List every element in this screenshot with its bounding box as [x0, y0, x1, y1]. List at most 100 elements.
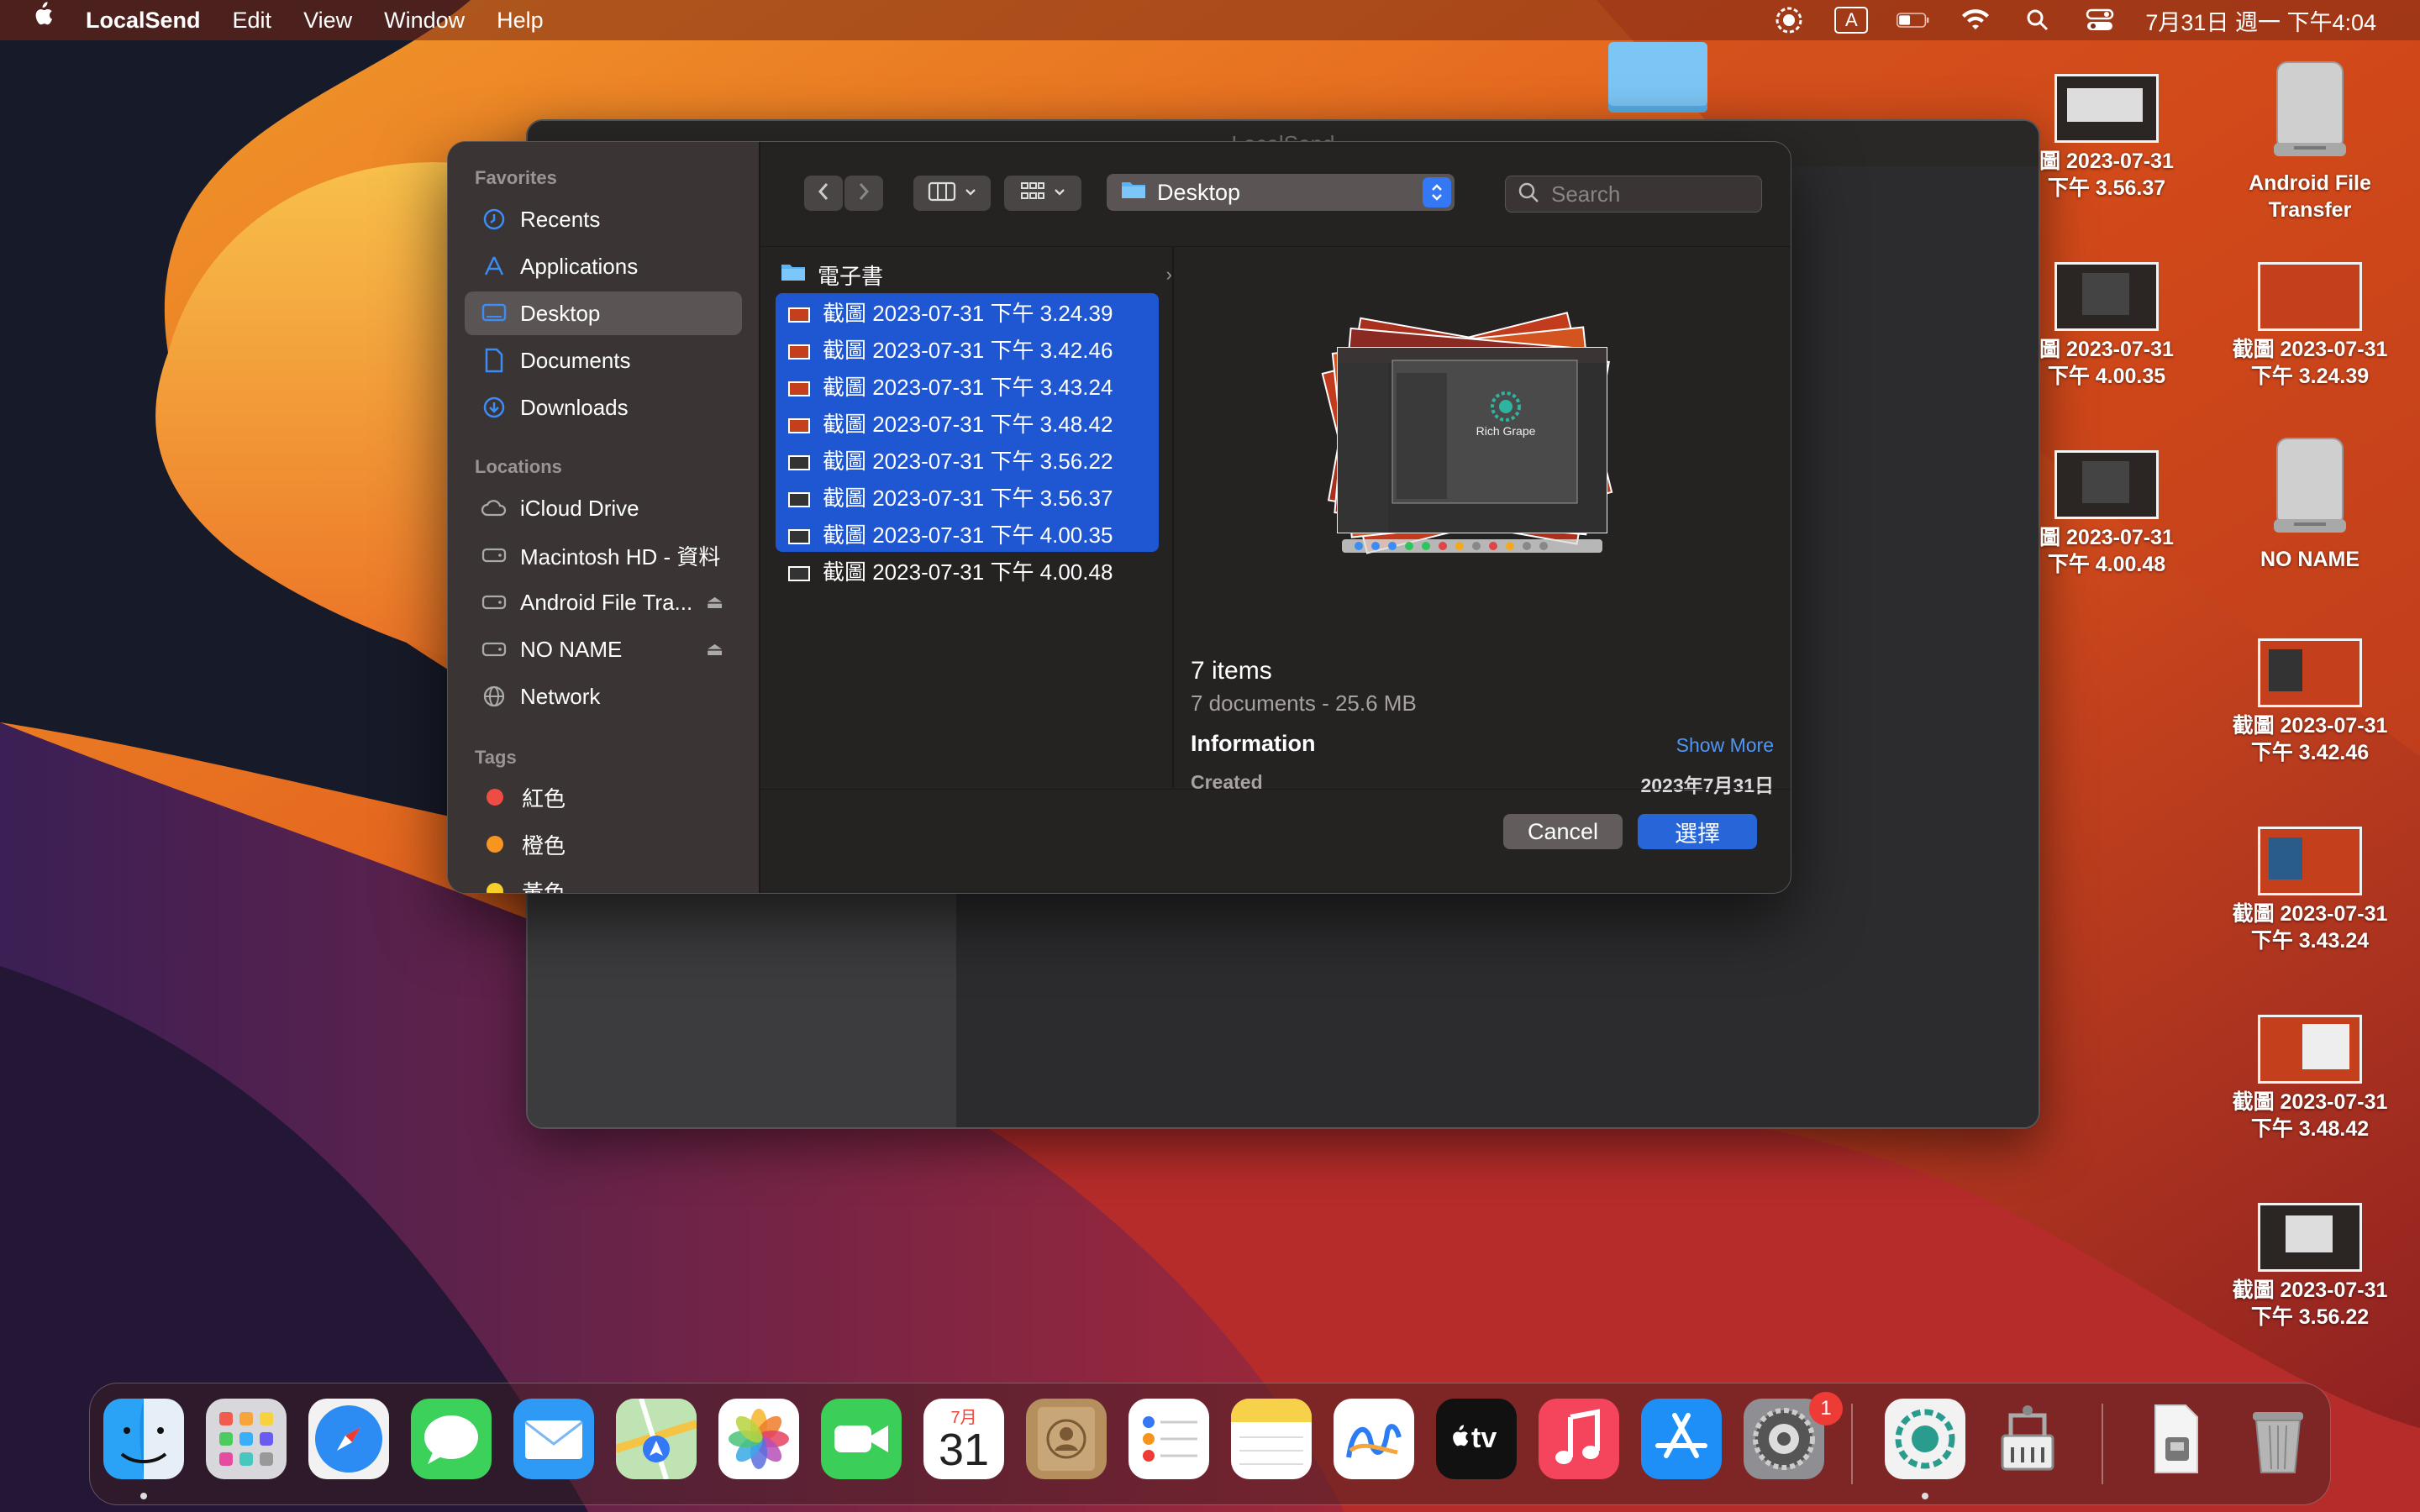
- sidebar-item-desktop[interactable]: Desktop: [465, 291, 742, 335]
- sidebar-item-downloads[interactable]: Downloads: [465, 386, 742, 429]
- dock-archive-utility[interactable]: [1987, 1399, 2068, 1479]
- desktop-file[interactable]: 圖 2023-07-31 下午 4.00.35: [2010, 262, 2203, 390]
- battery-icon[interactable]: [1897, 8, 1930, 33]
- sidebar-section-favorites: Favorites: [475, 167, 557, 188]
- desktop-file[interactable]: 截圖 2023-07-31 下午 3.43.24: [2213, 827, 2407, 954]
- dock-trash[interactable]: [2238, 1399, 2318, 1479]
- dock-launchpad[interactable]: [206, 1399, 287, 1479]
- search-input[interactable]: [1549, 180, 1754, 208]
- running-indicator: [140, 1493, 147, 1499]
- apple-menu-icon[interactable]: [0, 0, 70, 40]
- desktop-drive[interactable]: NO NAME: [2213, 435, 2407, 573]
- dock-downloads-stack[interactable]: [2135, 1399, 2216, 1479]
- file-row[interactable]: 截圖 2023-07-31 下午 3.42.46: [776, 330, 1159, 367]
- view-mode-button[interactable]: [913, 176, 991, 211]
- desktop-file[interactable]: 圖 2023-07-31 下午 4.00.48: [2010, 450, 2203, 578]
- desktop-folder-icon[interactable]: [1608, 42, 1707, 113]
- dock-safari[interactable]: [308, 1399, 389, 1479]
- dock-messages[interactable]: [411, 1399, 492, 1479]
- eject-icon[interactable]: ⏏: [706, 591, 723, 613]
- sidebar-item-label: Applications: [520, 253, 639, 279]
- back-button[interactable]: [804, 176, 843, 211]
- sidebar-item-network[interactable]: Network: [465, 675, 742, 718]
- desktop-drive-label: Android File: [2249, 171, 2371, 195]
- sidebar-item-recents[interactable]: Recents: [465, 197, 742, 241]
- file-name: 截圖 2023-07-31 下午 3.24.39: [823, 300, 1113, 326]
- sidebar-item-macintosh-hd[interactable]: Macintosh HD - 資料: [465, 533, 742, 577]
- location-popup[interactable]: Desktop: [1107, 174, 1455, 211]
- file-row[interactable]: 截圖 2023-07-31 下午 3.43.24: [776, 367, 1159, 404]
- dock-contacts[interactable]: [1026, 1399, 1107, 1479]
- clock-icon: [480, 205, 508, 234]
- search-field[interactable]: [1505, 176, 1762, 213]
- sidebar-item-label: 紅色: [522, 785, 566, 811]
- input-source-icon[interactable]: A: [1834, 7, 1869, 34]
- sidebar-item-applications[interactable]: Applications: [465, 244, 742, 288]
- wifi-icon[interactable]: [1959, 8, 1992, 33]
- dock-photos[interactable]: [718, 1399, 799, 1479]
- eject-icon[interactable]: ⏏: [706, 638, 723, 660]
- stacked-preview-image: Rich Grape: [1321, 312, 1613, 554]
- menu-help[interactable]: Help: [481, 0, 560, 40]
- selection-summary: 7 documents - 25.6 MB: [1191, 690, 1417, 716]
- menubar-clock[interactable]: 7月31日 週一 下午4:04: [2145, 4, 2376, 37]
- spotlight-search-icon[interactable]: [2021, 8, 2054, 33]
- file-thumbnail: [2054, 74, 2159, 143]
- document-stack-icon: [2154, 1404, 2198, 1473]
- cancel-button[interactable]: Cancel: [1503, 814, 1623, 849]
- dock-tv[interactable]: tv: [1436, 1399, 1517, 1479]
- information-heading: Information: [1191, 731, 1316, 756]
- file-row[interactable]: 截圖 2023-07-31 下午 4.00.35: [776, 515, 1159, 552]
- dock-app-store[interactable]: [1641, 1399, 1722, 1479]
- sidebar-item-android-file-transfer[interactable]: Android File Tra... ⏏: [465, 580, 742, 624]
- sidebar-item-no-name[interactable]: NO NAME ⏏: [465, 627, 742, 671]
- folder-row[interactable]: 電子書 ›: [769, 256, 1189, 293]
- map-icon: [616, 1399, 697, 1479]
- location-label: Desktop: [1157, 179, 1241, 205]
- menu-window[interactable]: Window: [368, 0, 481, 40]
- sidebar-item-label: iCloud Drive: [520, 495, 639, 521]
- desktop-drive[interactable]: Android File Transfer: [2213, 59, 2407, 223]
- desktop-file[interactable]: 截圖 2023-07-31 下午 3.56.22: [2213, 1203, 2407, 1331]
- menu-edit[interactable]: Edit: [217, 0, 288, 40]
- dock-notes[interactable]: [1231, 1399, 1312, 1479]
- sidebar-tag-orange[interactable]: 橙色: [465, 822, 742, 866]
- choose-button[interactable]: 選擇: [1638, 814, 1757, 849]
- group-button[interactable]: [1004, 176, 1081, 211]
- file-row[interactable]: 截圖 2023-07-31 下午 3.24.39: [776, 293, 1159, 330]
- dock-localsend[interactable]: [1885, 1399, 1965, 1479]
- dock-reminders[interactable]: [1128, 1399, 1209, 1479]
- desktop-file[interactable]: 圖 2023-07-31 下午 3.56.37: [2010, 74, 2203, 202]
- sidebar-item-icloud-drive[interactable]: iCloud Drive: [465, 486, 742, 530]
- hard-drive-icon: [480, 588, 508, 617]
- updown-chevron-icon: [1423, 177, 1451, 207]
- dock-finder[interactable]: [103, 1399, 184, 1479]
- desktop-file[interactable]: 截圖 2023-07-31 下午 3.42.46: [2213, 638, 2407, 766]
- sidebar-tag-red[interactable]: 紅色: [465, 775, 742, 819]
- localsend-icon: [1895, 1409, 1955, 1469]
- file-thumbnail: [2054, 262, 2159, 331]
- dock-maps[interactable]: [616, 1399, 697, 1479]
- menu-app-name[interactable]: LocalSend: [70, 0, 217, 40]
- desktop-file-label: 下午 3.42.46: [2250, 741, 2370, 764]
- dock-mail[interactable]: [513, 1399, 594, 1479]
- menu-view[interactable]: View: [287, 0, 368, 40]
- show-more-link[interactable]: Show More: [1676, 734, 1774, 757]
- dock-music[interactable]: [1539, 1399, 1619, 1479]
- control-center-icon[interactable]: [2083, 8, 2117, 33]
- file-row[interactable]: 截圖 2023-07-31 下午 4.00.48: [776, 552, 1159, 589]
- desktop-file[interactable]: 截圖 2023-07-31 下午 3.24.39: [2213, 262, 2407, 390]
- dock-calendar[interactable]: 7月 31: [923, 1399, 1004, 1479]
- forward-button[interactable]: [844, 176, 883, 211]
- file-row[interactable]: 截圖 2023-07-31 下午 3.56.37: [776, 478, 1159, 515]
- file-row[interactable]: 截圖 2023-07-31 下午 3.56.22: [776, 441, 1159, 478]
- sidebar-item-documents[interactable]: Documents: [465, 339, 742, 382]
- dock-freeform[interactable]: [1334, 1399, 1414, 1479]
- file-row[interactable]: 截圖 2023-07-31 下午 3.48.42: [776, 404, 1159, 441]
- localsend-status-icon[interactable]: [1772, 7, 1806, 34]
- sidebar-tag-yellow[interactable]: 黃色: [465, 869, 742, 893]
- desktop-file[interactable]: 截圖 2023-07-31 下午 3.48.42: [2213, 1015, 2407, 1142]
- dock-facetime[interactable]: [821, 1399, 902, 1479]
- trash-icon: [2253, 1412, 2303, 1473]
- app-store-icon: [1655, 1413, 1707, 1458]
